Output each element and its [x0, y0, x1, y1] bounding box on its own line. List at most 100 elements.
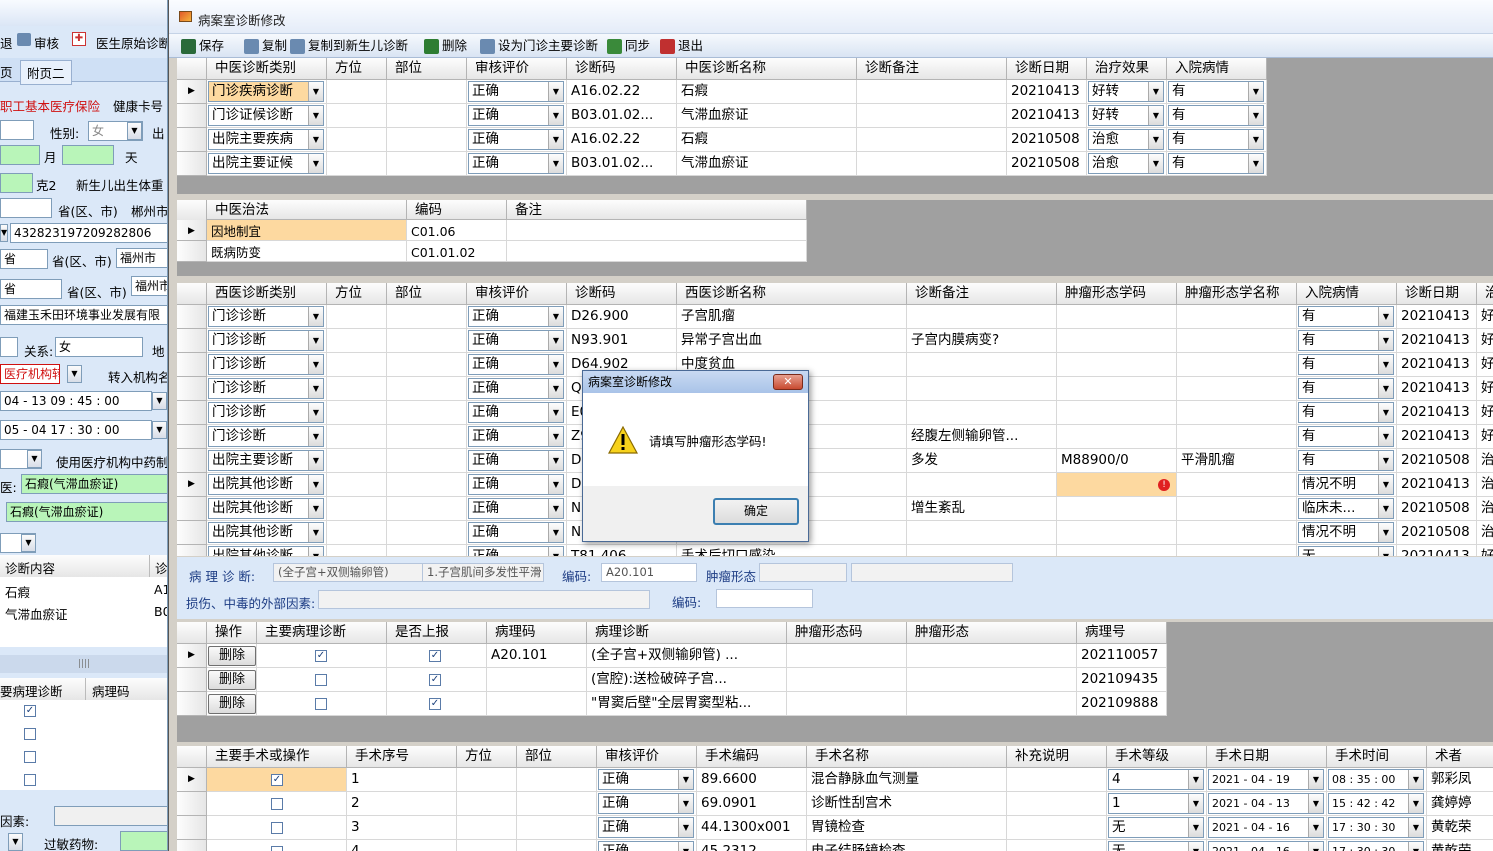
row-header[interactable]: [177, 449, 207, 473]
row-header[interactable]: [177, 104, 207, 128]
main-surgery-checkbox[interactable]: ✓: [271, 774, 283, 786]
row-header[interactable]: [177, 152, 207, 176]
allergy-dropdown-arrow[interactable]: ▼: [8, 833, 23, 851]
row-header[interactable]: [177, 377, 207, 401]
row-checkbox[interactable]: [315, 698, 327, 710]
chevron-down-icon[interactable]: ▼: [308, 523, 323, 542]
diag-select-arrow[interactable]: ▼: [21, 534, 36, 552]
toolbar-button-save[interactable]: 保存: [181, 37, 224, 55]
review-select[interactable]: 正确▼: [468, 522, 564, 543]
birth-province-field[interactable]: [0, 198, 52, 218]
diagnosis-type-select[interactable]: 出院其他诊断▼: [208, 546, 324, 556]
treatment-effect-select[interactable]: 治愈 ▼: [1088, 129, 1164, 150]
chevron-down-icon[interactable]: ▼: [548, 307, 563, 326]
chevron-down-icon[interactable]: ▼: [308, 379, 323, 398]
chevron-down-icon[interactable]: ▼: [1378, 403, 1393, 422]
age-month-field[interactable]: [0, 145, 40, 165]
surgery-date-picker[interactable]: 2021 - 04 - 16▼: [1208, 817, 1324, 838]
chevron-down-icon[interactable]: ▼: [1408, 770, 1423, 789]
chevron-down-icon[interactable]: ▼: [548, 427, 563, 446]
review-select[interactable]: 正确▼: [468, 129, 564, 150]
patho-list-checkbox[interactable]: [24, 728, 36, 740]
chevron-down-icon[interactable]: ▼: [308, 475, 323, 494]
chevron-down-icon[interactable]: ▼: [1188, 770, 1203, 789]
row-header[interactable]: [177, 668, 207, 692]
row-header[interactable]: [177, 692, 207, 716]
ok-button[interactable]: 确定: [713, 498, 799, 525]
chevron-down-icon[interactable]: ▼: [1308, 770, 1323, 789]
chevron-down-icon[interactable]: ▼: [308, 427, 323, 446]
id-number-field[interactable]: 432823197209282806: [10, 223, 167, 243]
admission-condition-select[interactable]: 有 ▼: [1298, 426, 1394, 447]
chevron-down-icon[interactable]: ▼: [1378, 499, 1393, 518]
review-select[interactable]: 正确▼: [468, 474, 564, 495]
chevron-down-icon[interactable]: ▼: [1378, 427, 1393, 446]
review-select[interactable]: 正确▼: [598, 817, 694, 838]
chevron-down-icon[interactable]: ▼: [308, 355, 323, 374]
admission-condition-select[interactable]: 有 ▼: [1168, 153, 1264, 174]
treatment-effect-select[interactable]: 好转 ▼: [1088, 105, 1164, 126]
row-header[interactable]: ▶: [177, 768, 207, 792]
row-header[interactable]: [177, 329, 207, 353]
chevron-down-icon[interactable]: ▼: [1308, 794, 1323, 813]
diagnosis-type-select[interactable]: 门诊证候诊断 ▼: [208, 105, 324, 126]
chevron-down-icon[interactable]: ▼: [1378, 379, 1393, 398]
row-header[interactable]: [177, 353, 207, 377]
diagnosis-type-select[interactable]: 出院主要疾病 ▼: [208, 129, 324, 150]
chevron-down-icon[interactable]: ▼: [1188, 818, 1203, 837]
chevron-down-icon[interactable]: ▼: [548, 82, 563, 101]
row-header[interactable]: ▶: [177, 80, 207, 104]
admit-time-field[interactable]: 04 - 13 09 : 45 : 00: [0, 391, 152, 411]
admission-condition-select[interactable]: 有 ▼: [1168, 129, 1264, 150]
factor-field[interactable]: [54, 806, 167, 826]
pathology-field-2[interactable]: 1.子宫肌间多发性平滑: [422, 563, 544, 582]
admission-condition-select[interactable]: 有 ▼: [1298, 402, 1394, 423]
row-header[interactable]: [177, 545, 207, 556]
chevron-down-icon[interactable]: ▼: [1148, 130, 1163, 149]
relation-field[interactable]: 女: [55, 337, 143, 357]
chevron-down-icon[interactable]: ▼: [548, 475, 563, 494]
main-surgery-checkbox[interactable]: [271, 822, 283, 834]
chevron-down-icon[interactable]: ▼: [308, 403, 323, 422]
native-city-field[interactable]: 福州市: [116, 248, 167, 268]
chevron-down-icon[interactable]: ▼: [548, 499, 563, 518]
surgery-level-select[interactable]: 1 ▼: [1108, 793, 1204, 814]
chevron-down-icon[interactable]: ▼: [1378, 475, 1393, 494]
chevron-down-icon[interactable]: ▼: [308, 451, 323, 470]
delete-row-button[interactable]: 删除: [208, 694, 256, 714]
row-header[interactable]: [177, 521, 207, 545]
left-tab-appendix2[interactable]: 附页二: [20, 60, 72, 85]
diagnosis-type-select[interactable]: 门诊诊断 ▼: [208, 402, 324, 423]
chevron-down-icon[interactable]: ▼: [548, 523, 563, 542]
row-header[interactable]: ▶: [177, 473, 207, 497]
admission-condition-select[interactable]: 有 ▼: [1168, 81, 1264, 102]
row-header[interactable]: [177, 497, 207, 521]
delete-row-button[interactable]: 删除: [208, 646, 256, 666]
review-select[interactable]: 正确▼: [468, 450, 564, 471]
chevron-down-icon[interactable]: ▼: [308, 547, 323, 556]
diagnosis-type-select[interactable]: 门诊诊断 ▼: [208, 378, 324, 399]
surgery-date-picker[interactable]: 2021 - 04 - 16▼: [1208, 841, 1324, 851]
surgery-time-picker[interactable]: 17 : 30 : 30▼: [1328, 841, 1424, 851]
diagnosis-type-select[interactable]: 门诊诊断 ▼: [208, 354, 324, 375]
chevron-down-icon[interactable]: ▼: [1248, 154, 1263, 173]
pathology-field-1[interactable]: (全子宫+双侧输卵管): [273, 563, 423, 582]
review-select[interactable]: 正确▼: [468, 426, 564, 447]
delete-row-button[interactable]: 删除: [208, 670, 256, 690]
chevron-down-icon[interactable]: ▼: [548, 547, 563, 556]
weight-field[interactable]: [0, 173, 33, 193]
left-tab-page[interactable]: 页: [0, 62, 13, 81]
row-checkbox[interactable]: ✓: [315, 650, 327, 662]
transfer-dropdown-arrow[interactable]: ▼: [67, 365, 82, 383]
chevron-down-icon[interactable]: ▼: [548, 106, 563, 125]
surgery-time-picker[interactable]: 15 : 42 : 42 ▼: [1328, 793, 1424, 814]
row-header[interactable]: [177, 840, 207, 851]
chevron-down-icon[interactable]: ▼: [308, 307, 323, 326]
close-button[interactable]: ✕: [773, 374, 803, 390]
chevron-down-icon[interactable]: ▼: [1378, 451, 1393, 470]
tumor-morph-code-field[interactable]: [759, 563, 847, 582]
row-checkbox[interactable]: ✓: [429, 698, 441, 710]
treatment-effect-select[interactable]: 好转 ▼: [1088, 81, 1164, 102]
review-select[interactable]: 正确▼: [468, 354, 564, 375]
left-button-back[interactable]: 退: [0, 33, 13, 52]
